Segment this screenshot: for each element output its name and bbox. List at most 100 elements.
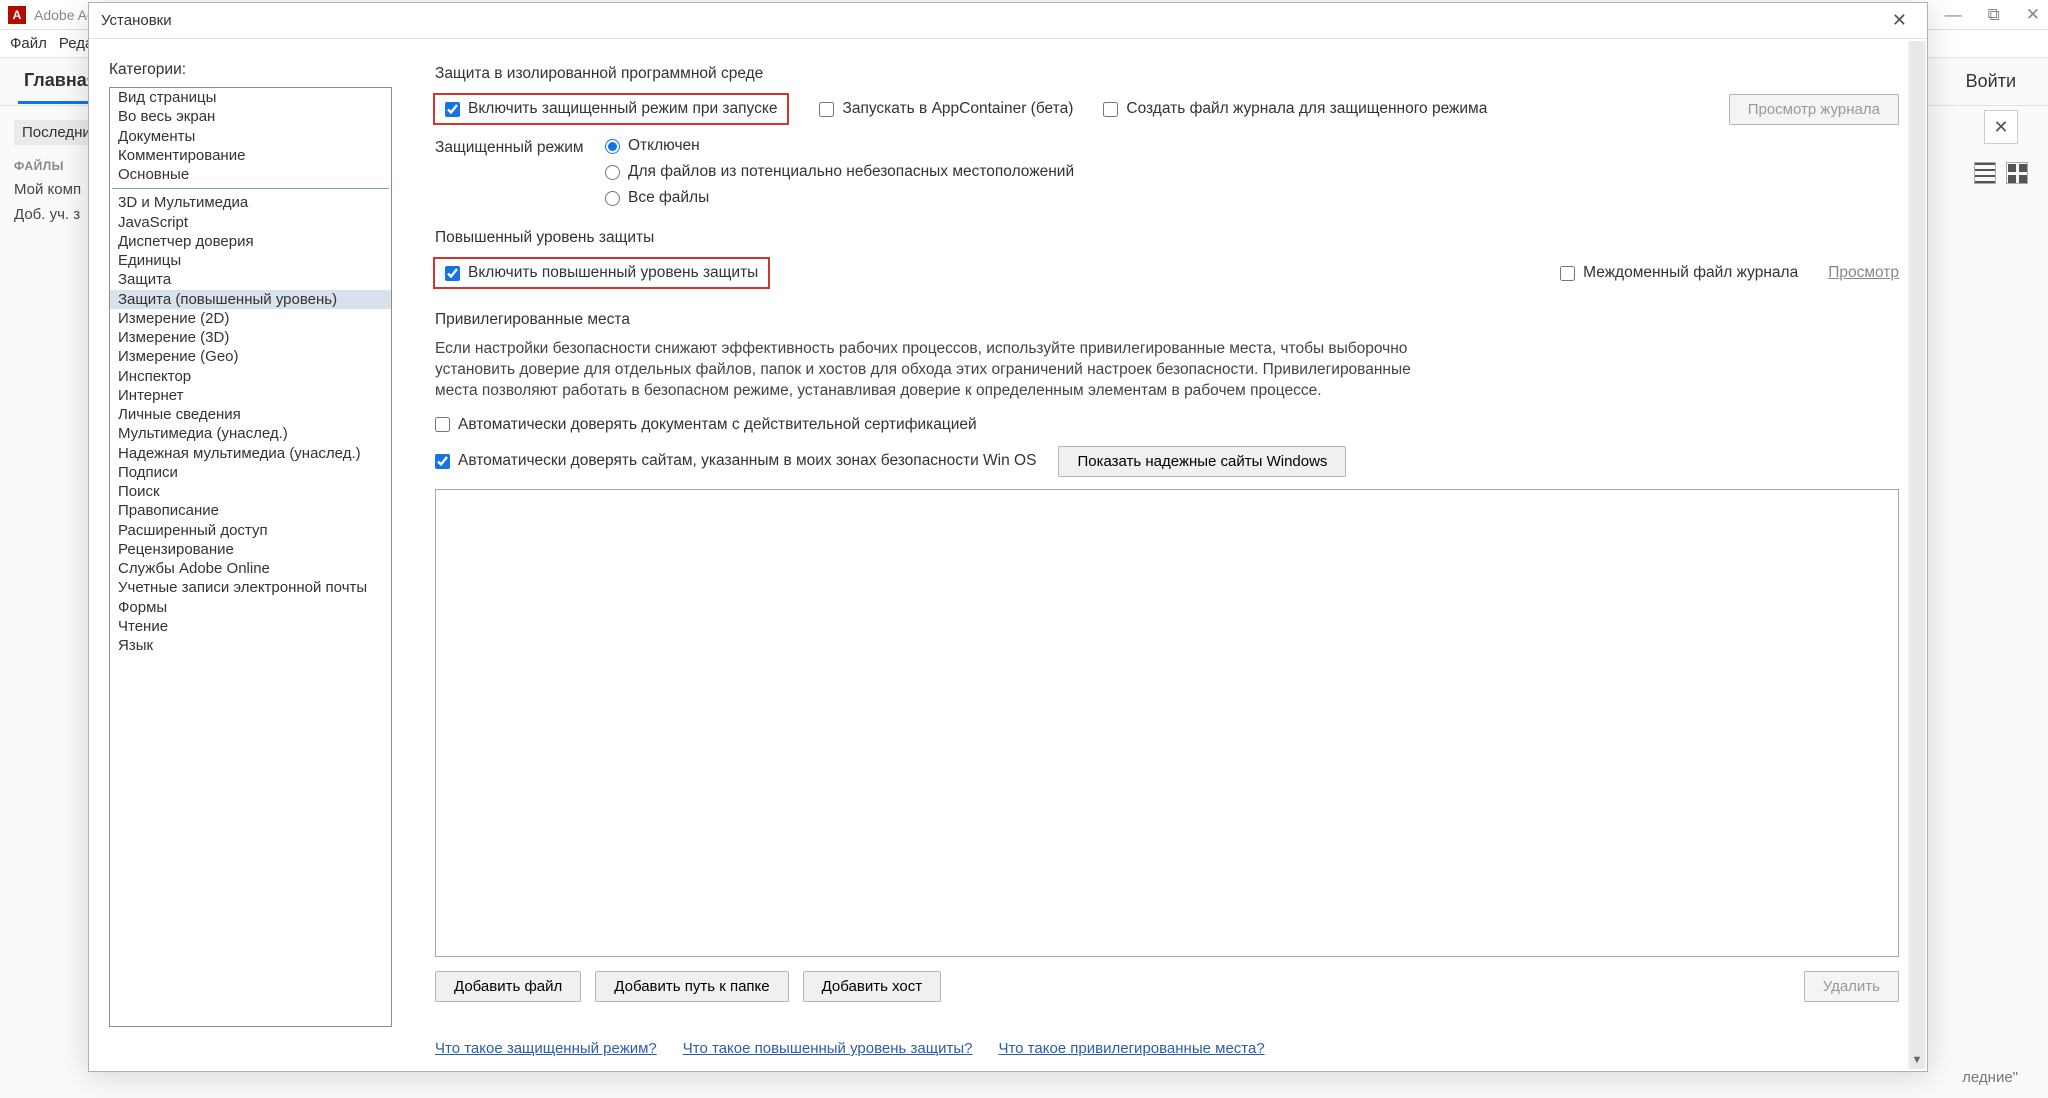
radio-unsafe-input[interactable] bbox=[605, 165, 620, 180]
enable-protected-label: Включить защищенный режим при запуске bbox=[468, 100, 777, 118]
link-privileged-locations[interactable]: Что такое привилегированные места? bbox=[998, 1040, 1264, 1057]
enable-protected-checkbox[interactable]: Включить защищенный режим при запуске bbox=[445, 100, 777, 118]
category-item[interactable]: Измерение (Geo) bbox=[110, 347, 391, 366]
crossdomain-checkbox[interactable]: Междоменный файл журнала bbox=[1560, 264, 1798, 282]
create-log-input[interactable] bbox=[1103, 102, 1118, 117]
categories-label: Категории: bbox=[109, 61, 392, 79]
window-close-icon[interactable]: ✕ bbox=[2026, 5, 2040, 25]
category-item[interactable]: Защита (повышенный уровень) bbox=[110, 290, 391, 309]
category-item[interactable]: Расширенный доступ bbox=[110, 521, 391, 540]
category-item[interactable]: Документы bbox=[110, 127, 391, 146]
highlight-enhanced: Включить повышенный уровень защиты bbox=[433, 257, 770, 289]
add-host-button[interactable]: Добавить хост bbox=[803, 971, 942, 1002]
category-item[interactable]: Формы bbox=[110, 598, 391, 617]
crossdomain-label: Междоменный файл журнала bbox=[1583, 264, 1798, 282]
files-section-label: ФАЙЛЫ bbox=[14, 159, 96, 173]
enable-enhanced-input[interactable] bbox=[445, 266, 460, 281]
trust-cert-input[interactable] bbox=[435, 417, 450, 432]
radio-all-label: Все файлы bbox=[628, 189, 709, 207]
radio-off[interactable]: Отключен bbox=[605, 137, 1074, 155]
category-item[interactable]: Диспетчер доверия bbox=[110, 232, 391, 251]
radio-off-input[interactable] bbox=[605, 139, 620, 154]
enable-enhanced-label: Включить повышенный уровень защиты bbox=[468, 264, 758, 282]
show-windows-sites-button[interactable]: Показать надежные сайты Windows bbox=[1058, 446, 1346, 477]
category-separator bbox=[112, 188, 389, 189]
delete-button[interactable]: Удалить bbox=[1804, 971, 1899, 1002]
category-item[interactable]: Службы Adobe Online bbox=[110, 559, 391, 578]
link-protected-mode[interactable]: Что такое защищенный режим? bbox=[435, 1040, 657, 1057]
priv-group-title: Привилегированные места bbox=[435, 311, 1899, 329]
category-item[interactable]: Учетные записи электронной почты bbox=[110, 578, 391, 597]
link-enhanced-security[interactable]: Что такое повышенный уровень защиты? bbox=[683, 1040, 973, 1057]
protected-mode-label: Защищенный режим bbox=[435, 137, 605, 207]
category-item[interactable]: Измерение (3D) bbox=[110, 328, 391, 347]
categories-listbox[interactable]: Вид страницыВо весь экранДокументыКоммен… bbox=[109, 87, 392, 1027]
radio-off-label: Отключен bbox=[628, 137, 700, 155]
category-item[interactable]: Рецензирование bbox=[110, 540, 391, 559]
add-folder-button[interactable]: Добавить путь к папке bbox=[595, 971, 788, 1002]
preferences-dialog: Установки ✕ ▲ ▼ Категории: Вид страницыВ… bbox=[88, 2, 1928, 1072]
radio-unsafe[interactable]: Для файлов из потенциально небезопасных … bbox=[605, 163, 1074, 181]
trusted-locations-listbox[interactable] bbox=[435, 489, 1899, 957]
category-item[interactable]: Единицы bbox=[110, 251, 391, 270]
panel-close-icon[interactable]: ✕ bbox=[1984, 110, 2018, 144]
category-item[interactable]: Измерение (2D) bbox=[110, 309, 391, 328]
dialog-scrollbar[interactable]: ▲ ▼ bbox=[1908, 41, 1926, 1069]
trust-winos-input[interactable] bbox=[435, 454, 450, 469]
scroll-thumb[interactable] bbox=[1910, 41, 1924, 1069]
scroll-down-icon[interactable]: ▼ bbox=[1908, 1051, 1926, 1069]
category-item[interactable]: 3D и Мультимедиа bbox=[110, 193, 391, 212]
window-maximize-icon[interactable]: ⧉ bbox=[1988, 5, 2000, 25]
category-item[interactable]: Мультимедиа (унаслед.) bbox=[110, 424, 391, 443]
categories-panel: Категории: Вид страницыВо весь экранДоку… bbox=[89, 39, 407, 1071]
add-file-button[interactable]: Добавить файл bbox=[435, 971, 581, 1002]
list-view-icon[interactable] bbox=[1974, 162, 1996, 184]
category-item[interactable]: Правописание bbox=[110, 501, 391, 520]
grid-view-icon[interactable] bbox=[2006, 162, 2028, 184]
appcontainer-input[interactable] bbox=[819, 102, 834, 117]
sandbox-group-title: Защита в изолированной программной среде bbox=[435, 65, 1899, 83]
dialog-title: Установки bbox=[101, 12, 172, 29]
enhanced-group-title: Повышенный уровень защиты bbox=[435, 229, 1899, 247]
enable-enhanced-checkbox[interactable]: Включить повышенный уровень защиты bbox=[445, 264, 758, 282]
enable-protected-input[interactable] bbox=[445, 102, 460, 117]
bg-right-panel: ✕ bbox=[1974, 110, 2028, 184]
appcontainer-checkbox[interactable]: Запускать в AppContainer (бета) bbox=[819, 100, 1073, 118]
recent-label[interactable]: Последни bbox=[14, 120, 96, 145]
create-log-checkbox[interactable]: Создать файл журнала для защищенного реж… bbox=[1103, 100, 1487, 118]
menu-file[interactable]: Файл bbox=[10, 35, 47, 52]
category-item[interactable]: Личные сведения bbox=[110, 405, 391, 424]
category-item[interactable]: Вид страницы bbox=[110, 88, 391, 107]
category-item[interactable]: Надежная мультимедиа (унаслед.) bbox=[110, 444, 391, 463]
category-item[interactable]: Поиск bbox=[110, 482, 391, 501]
view-crossdomain-link[interactable]: Просмотр bbox=[1828, 264, 1899, 282]
settings-panel: Защита в изолированной программной среде… bbox=[407, 39, 1927, 1071]
category-item[interactable]: Язык bbox=[110, 636, 391, 655]
trust-cert-label: Автоматически доверять документам с дейс… bbox=[458, 416, 977, 434]
dialog-titlebar: Установки ✕ bbox=[89, 3, 1927, 39]
highlight-protected-mode: Включить защищенный режим при запуске bbox=[433, 93, 789, 125]
dialog-close-icon[interactable]: ✕ bbox=[1884, 6, 1915, 35]
crossdomain-input[interactable] bbox=[1560, 266, 1575, 281]
mycomputer-item[interactable]: Мой комп bbox=[14, 181, 96, 198]
signin-button[interactable]: Войти bbox=[1952, 65, 2030, 98]
create-log-label: Создать файл журнала для защищенного реж… bbox=[1126, 100, 1487, 118]
category-item[interactable]: Чтение bbox=[110, 617, 391, 636]
category-item[interactable]: Инспектор bbox=[110, 367, 391, 386]
category-item[interactable]: Комментирование bbox=[110, 146, 391, 165]
window-minimize-icon[interactable]: — bbox=[1945, 5, 1962, 25]
trust-cert-checkbox[interactable]: Автоматически доверять документам с дейс… bbox=[435, 416, 1899, 434]
trust-winos-label: Автоматически доверять сайтам, указанным… bbox=[458, 452, 1036, 470]
view-log-button[interactable]: Просмотр журнала bbox=[1729, 94, 1899, 125]
category-item[interactable]: Защита bbox=[110, 270, 391, 289]
category-item[interactable]: Основные bbox=[110, 165, 391, 184]
radio-all-input[interactable] bbox=[605, 191, 620, 206]
add-account-item[interactable]: Доб. уч. з bbox=[14, 206, 96, 223]
category-item[interactable]: Подписи bbox=[110, 463, 391, 482]
footer-links: Что такое защищенный режим? Что такое по… bbox=[435, 1040, 1899, 1057]
radio-all[interactable]: Все файлы bbox=[605, 189, 1074, 207]
category-item[interactable]: Во весь экран bbox=[110, 107, 391, 126]
category-item[interactable]: Интернет bbox=[110, 386, 391, 405]
category-item[interactable]: JavaScript bbox=[110, 213, 391, 232]
trust-winos-checkbox[interactable]: Автоматически доверять сайтам, указанным… bbox=[435, 452, 1036, 470]
